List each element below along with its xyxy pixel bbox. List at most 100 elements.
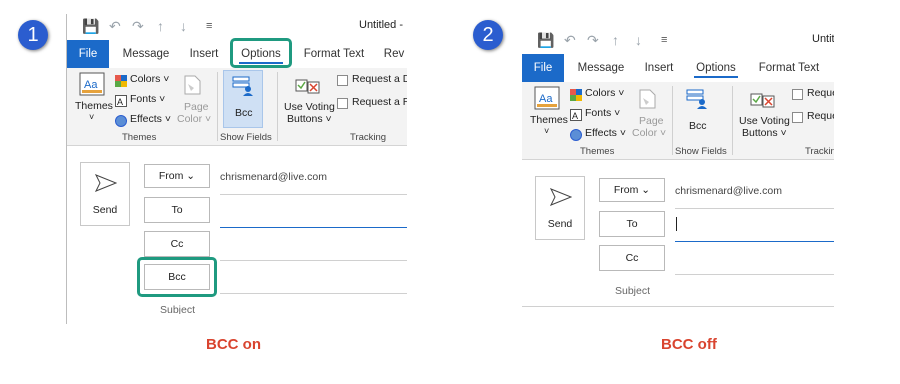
right-outlook-window: 💾 ↶ ↷ ↑ ↓ ≡ Untit File Message Insert Op…	[522, 28, 834, 308]
tracking-group-label: Trackin	[805, 146, 834, 157]
request-read-checkbox[interactable]	[337, 98, 348, 109]
fonts-icon: A	[115, 94, 127, 112]
bcc-toggle-button[interactable]: Bcc	[223, 70, 263, 128]
page-color-button[interactable]: Page	[639, 115, 664, 127]
tab-insert[interactable]: Insert	[638, 54, 680, 82]
tab-review[interactable]: Rev	[381, 40, 407, 68]
fonts-button[interactable]: Fonts ˅	[585, 107, 620, 119]
bcc-ribbon-label: Bcc	[689, 120, 707, 132]
to-field-underline[interactable]	[675, 241, 834, 242]
themes-button[interactable]: Themes	[75, 100, 113, 112]
page-color-button-line2[interactable]: Color ˅	[632, 127, 666, 139]
voting-buttons-button-line2[interactable]: Buttons ˅	[287, 113, 332, 125]
up-arrow-icon[interactable]: ↑	[157, 18, 164, 34]
save-icon[interactable]: 💾	[537, 32, 554, 49]
voting-buttons-button[interactable]: Use Voting	[284, 101, 335, 113]
caption-bcc-on: BCC on	[206, 336, 261, 353]
bcc-field-underline[interactable]	[220, 293, 407, 294]
from-button[interactable]: From ⌄	[144, 164, 210, 188]
active-tab-underline	[694, 76, 738, 78]
send-icon	[549, 188, 573, 211]
tab-options[interactable]: Options	[688, 54, 744, 82]
bcc-ribbon-label: Bcc	[235, 107, 253, 119]
from-button[interactable]: From ⌄	[599, 178, 665, 202]
bcc-toggle-button[interactable]: Bcc	[678, 84, 718, 142]
colors-button[interactable]: Colors ˅	[585, 87, 624, 99]
send-button[interactable]: Send	[535, 176, 585, 240]
colors-icon	[115, 74, 127, 92]
tab-message[interactable]: Message	[572, 54, 630, 82]
themes-group-label: Themes	[122, 132, 157, 143]
subject-label: Subject	[160, 304, 196, 314]
step-badge-1: 1	[18, 20, 48, 50]
svg-text:Aa: Aa	[539, 93, 553, 105]
save-icon[interactable]: 💾	[82, 18, 99, 35]
tab-insert[interactable]: Insert	[183, 40, 225, 68]
send-label: Send	[547, 218, 573, 230]
page-color-button-line2[interactable]: Color ˅	[177, 113, 211, 125]
fonts-button[interactable]: Fonts ˅	[130, 93, 165, 105]
svg-text:Aa: Aa	[84, 79, 98, 91]
themes-button[interactable]: Themes	[530, 114, 568, 126]
themes-icon: Aa	[534, 86, 560, 115]
tab-format-text[interactable]: Format Text	[299, 40, 369, 68]
customize-qat-icon[interactable]: ≡	[206, 20, 212, 32]
page-color-button[interactable]: Page	[184, 101, 209, 113]
request-delivery-label: Reque	[807, 87, 834, 99]
bcc-icon	[686, 88, 708, 115]
window-title: Untit	[812, 33, 834, 45]
caption-bcc-off: BCC off	[661, 336, 717, 353]
ribbon-separator	[217, 72, 218, 141]
tab-format-text[interactable]: Format Text	[754, 54, 824, 82]
request-delivery-checkbox[interactable]	[337, 75, 348, 86]
request-read-checkbox[interactable]	[792, 112, 803, 123]
effects-icon	[570, 128, 582, 146]
cc-field-underline[interactable]	[675, 274, 834, 275]
customize-qat-icon[interactable]: ≡	[661, 34, 667, 46]
colors-button[interactable]: Colors ˅	[130, 73, 169, 85]
voting-buttons-button-line2[interactable]: Buttons ˅	[742, 127, 787, 139]
send-label: Send	[92, 204, 118, 216]
cc-field-underline[interactable]	[220, 260, 407, 261]
themes-group-label: Themes	[580, 146, 615, 157]
from-address: chrismenard@live.com	[220, 171, 327, 183]
fonts-icon: A	[570, 108, 582, 126]
down-arrow-icon[interactable]: ↓	[635, 32, 642, 48]
ribbon-tabs: File Message Insert Options Format Text	[522, 54, 834, 82]
text-cursor	[676, 217, 677, 231]
to-field-underline[interactable]	[220, 227, 407, 228]
cc-button[interactable]: Cc	[144, 231, 210, 257]
redo-icon[interactable]: ↷	[587, 32, 599, 49]
themes-label: Themes	[530, 114, 568, 126]
to-button[interactable]: To	[599, 211, 665, 237]
send-button[interactable]: Send	[80, 162, 130, 226]
cc-button[interactable]: Cc	[599, 245, 665, 271]
voting-buttons-button[interactable]: Use Voting	[739, 115, 790, 127]
request-delivery-checkbox[interactable]	[792, 89, 803, 100]
tab-file[interactable]: File	[522, 54, 564, 82]
themes-icon: Aa	[79, 72, 105, 101]
to-button[interactable]: To	[144, 197, 210, 223]
up-arrow-icon[interactable]: ↑	[612, 32, 619, 48]
effects-icon	[115, 114, 127, 132]
svg-text:A: A	[117, 97, 123, 107]
bcc-button-highlight	[137, 257, 217, 297]
down-arrow-icon[interactable]: ↓	[180, 18, 187, 34]
effects-button[interactable]: Effects ˅	[585, 127, 626, 139]
tab-file[interactable]: File	[67, 40, 109, 68]
undo-icon[interactable]: ↶	[109, 18, 121, 35]
subject-field-underline[interactable]	[522, 306, 834, 307]
step-badge-2: 2	[473, 20, 503, 50]
from-address: chrismenard@live.com	[675, 185, 782, 197]
voting-buttons-icon	[295, 72, 321, 101]
from-field-underline	[220, 194, 407, 195]
undo-icon[interactable]: ↶	[564, 32, 576, 49]
effects-button[interactable]: Effects ˅	[130, 113, 171, 125]
subject-label: Subject	[615, 285, 651, 297]
options-tab-highlight	[230, 38, 292, 68]
themes-dropdown-chevron[interactable]: ˅	[89, 112, 94, 122]
ribbon-options: Aa Themes ˅ Colors ˅ A Fonts ˅ Effects ˅…	[67, 68, 407, 146]
redo-icon[interactable]: ↷	[132, 18, 144, 35]
themes-dropdown-chevron[interactable]: ˅	[544, 126, 549, 136]
tab-message[interactable]: Message	[117, 40, 175, 68]
